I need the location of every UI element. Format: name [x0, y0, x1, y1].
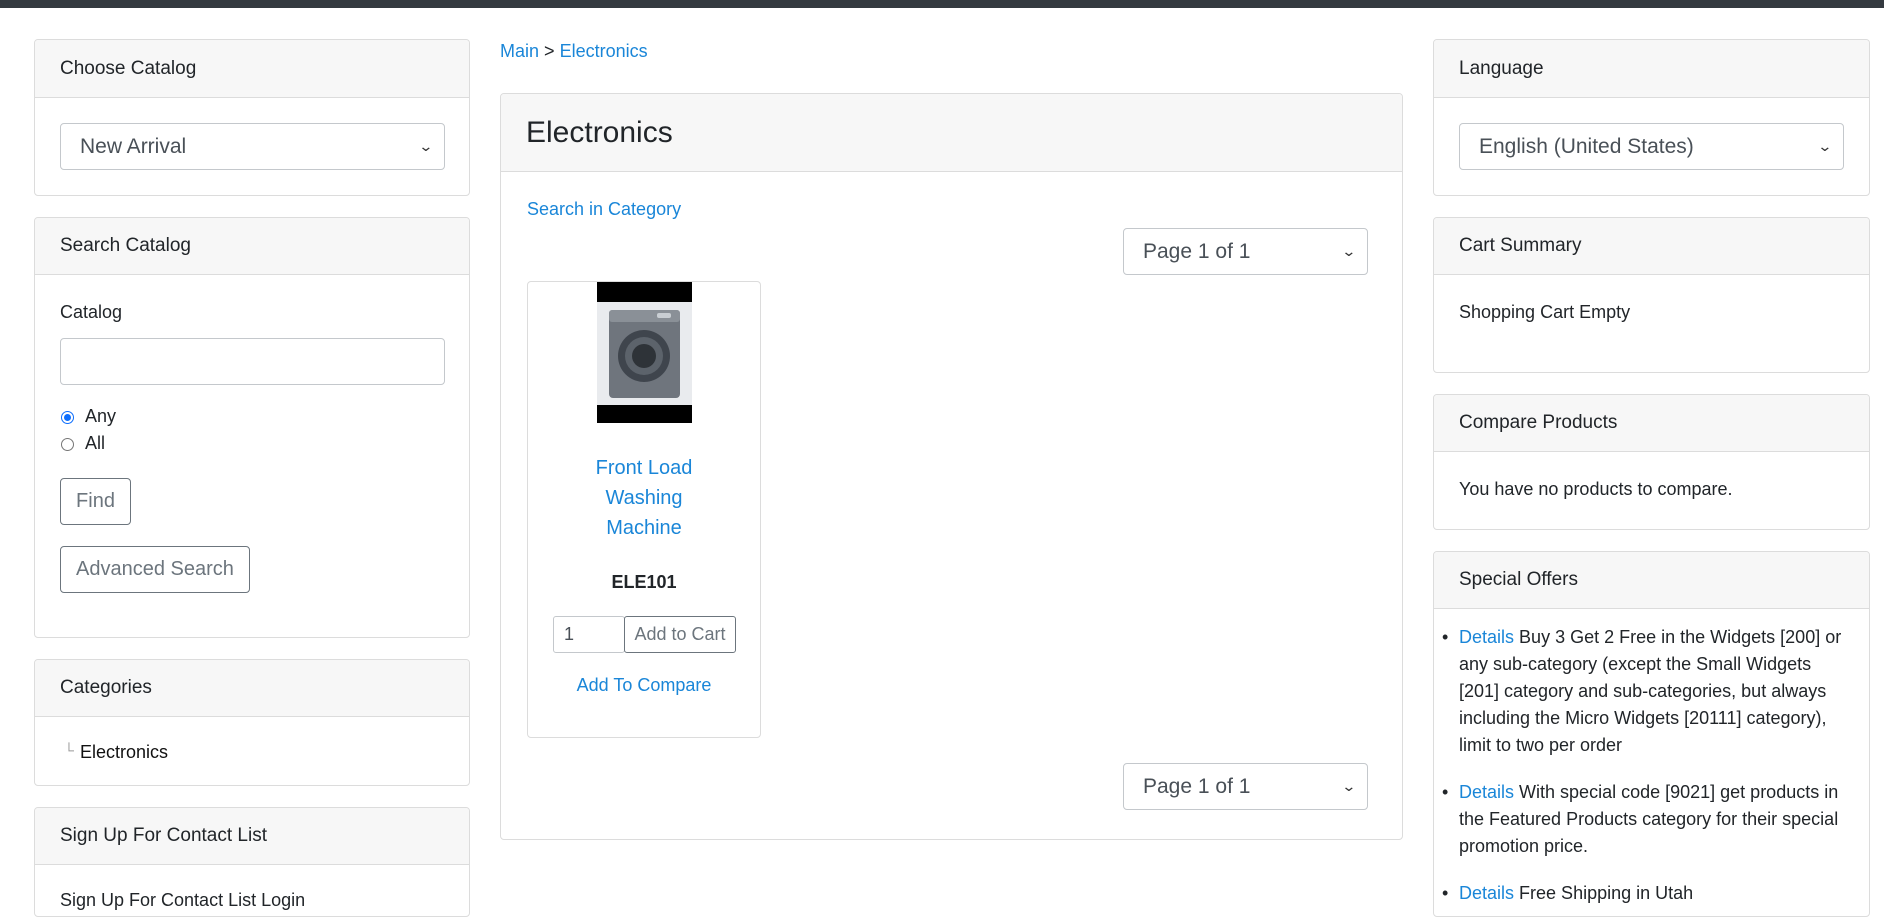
language-card: Language English (United States) ⌄ — [1433, 39, 1870, 196]
breadcrumb-main-link[interactable]: Main — [500, 41, 539, 61]
breadcrumb: Main > Electronics — [500, 41, 648, 62]
add-to-compare-link[interactable]: Add To Compare — [528, 675, 760, 696]
offer-2-line-1: With special code [9021] get products in — [1519, 782, 1839, 802]
search-catalog-title: Search Catalog — [60, 235, 191, 256]
product-name-line-3[interactable]: Machine — [528, 517, 760, 540]
pagination-top-select[interactable]: Page 1 of 1 ⌄ — [1123, 228, 1368, 275]
pagination-top-value: Page 1 of 1 — [1143, 239, 1251, 263]
breadcrumb-separator: > — [544, 41, 555, 61]
language-select-value: English (United States) — [1479, 134, 1694, 158]
categories-card: Categories └ Electronics — [34, 659, 470, 786]
signup-card: Sign Up For Contact List Sign Up For Con… — [34, 807, 470, 917]
offer-1-line-3: [201] category and sub-categories, but a… — [1459, 681, 1827, 701]
offer-2-line-2: the Featured Products category for their… — [1459, 809, 1839, 829]
offer-2-details-link[interactable]: Details — [1459, 782, 1514, 802]
tree-branch-icon: └ — [64, 742, 74, 758]
chevron-down-icon: ⌄ — [1341, 778, 1357, 794]
pagination-bottom-select[interactable]: Page 1 of 1 ⌄ — [1123, 763, 1368, 810]
choose-catalog-card: Choose Catalog New Arrival ⌄ — [34, 39, 470, 196]
language-header: Language — [1434, 40, 1869, 98]
compare-products-header: Compare Products — [1434, 395, 1869, 452]
signup-header: Sign Up For Contact List — [35, 808, 469, 865]
bullet-icon: • — [1442, 627, 1449, 647]
special-offers-card: Special Offers • Details Buy 3 Get 2 Fre… — [1433, 551, 1870, 917]
catalog-label: Catalog — [60, 302, 123, 322]
pagination-bottom-value: Page 1 of 1 — [1143, 774, 1251, 798]
special-offers-header: Special Offers — [1434, 552, 1869, 609]
search-catalog-card: Search Catalog Catalog Any All Find Adva… — [34, 217, 470, 638]
chevron-down-icon: ⌄ — [418, 138, 434, 154]
offer-item-1: • Details Buy 3 Get 2 Free in the Widget… — [1434, 624, 1869, 759]
offer-2-line-3: promotion price. — [1459, 836, 1589, 856]
cart-summary-card: Cart Summary Shopping Cart Empty — [1433, 217, 1870, 373]
top-bar — [0, 0, 1884, 8]
offer-3-line-1: Free Shipping in Utah — [1519, 883, 1694, 903]
catalog-search-input[interactable] — [60, 338, 445, 385]
signup-title: Sign Up For Contact List — [60, 825, 267, 846]
compare-products-card: Compare Products You have no products to… — [1433, 394, 1870, 530]
language-title: Language — [1459, 57, 1544, 79]
choose-catalog-title: Choose Catalog — [60, 57, 197, 79]
offer-item-2: • Details With special code [9021] get p… — [1434, 779, 1869, 860]
radio-any-label: Any — [85, 406, 117, 426]
add-to-cart-button[interactable]: Add to Cart — [624, 616, 736, 653]
find-button[interactable]: Find — [60, 478, 131, 525]
category-link-electronics[interactable]: Electronics — [80, 742, 168, 763]
page-title: Electronics — [526, 115, 673, 149]
radio-any[interactable] — [61, 411, 74, 424]
offer-1-details-link[interactable]: Details — [1459, 627, 1514, 647]
chevron-down-icon: ⌄ — [1341, 243, 1357, 259]
washing-machine-image[interactable] — [597, 282, 692, 423]
cart-summary-text: Shopping Cart Empty — [1459, 302, 1631, 322]
categories-header: Categories — [35, 660, 469, 717]
catalog-select-value: New Arrival — [80, 134, 187, 158]
product-name-line-2[interactable]: Washing — [528, 487, 760, 510]
offer-1-line-2: any sub-category (except the Small Widge… — [1459, 654, 1812, 674]
product-sku: ELE101 — [611, 572, 677, 592]
product-name-line-1[interactable]: Front Load — [528, 457, 760, 480]
special-offers-title: Special Offers — [1459, 569, 1578, 590]
search-in-category-link[interactable]: Search in Category — [527, 199, 681, 220]
bullet-icon: • — [1442, 782, 1449, 802]
quantity-input[interactable] — [553, 616, 625, 653]
catalog-select[interactable]: New Arrival ⌄ — [60, 123, 445, 170]
special-offers-list: • Details Buy 3 Get 2 Free in the Widget… — [1434, 624, 1869, 907]
chevron-down-icon: ⌄ — [1817, 138, 1833, 154]
category-header: Electronics — [501, 94, 1402, 172]
offer-1-line-5: limit to two per order — [1459, 735, 1623, 755]
offer-item-3: • Details Free Shipping in Utah — [1434, 880, 1869, 907]
cart-summary-title: Cart Summary — [1459, 235, 1582, 256]
compare-products-text: You have no products to compare. — [1459, 479, 1733, 499]
choose-catalog-header: Choose Catalog — [35, 40, 469, 98]
radio-all-label: All — [85, 433, 106, 453]
radio-all[interactable] — [61, 438, 74, 451]
search-catalog-header: Search Catalog — [35, 218, 469, 275]
category-card: Electronics Search in Category Page 1 of… — [500, 93, 1403, 840]
advanced-search-button[interactable]: Advanced Search — [60, 546, 250, 593]
language-select[interactable]: English (United States) ⌄ — [1459, 123, 1844, 170]
offer-1-line-4: including the Micro Widgets [20111] cate… — [1459, 708, 1827, 728]
product-card: Front Load Washing Machine ELE101 Add to… — [527, 281, 761, 738]
signup-text: Sign Up For Contact List Login — [60, 890, 306, 910]
cart-summary-header: Cart Summary — [1434, 218, 1869, 275]
offer-3-details-link[interactable]: Details — [1459, 883, 1514, 903]
breadcrumb-electronics-link[interactable]: Electronics — [560, 41, 648, 61]
categories-title: Categories — [60, 677, 152, 698]
bullet-icon: • — [1442, 883, 1449, 903]
offer-1-line-1: Buy 3 Get 2 Free in the Widgets [200] or — [1519, 627, 1842, 647]
compare-products-title: Compare Products — [1459, 412, 1618, 433]
